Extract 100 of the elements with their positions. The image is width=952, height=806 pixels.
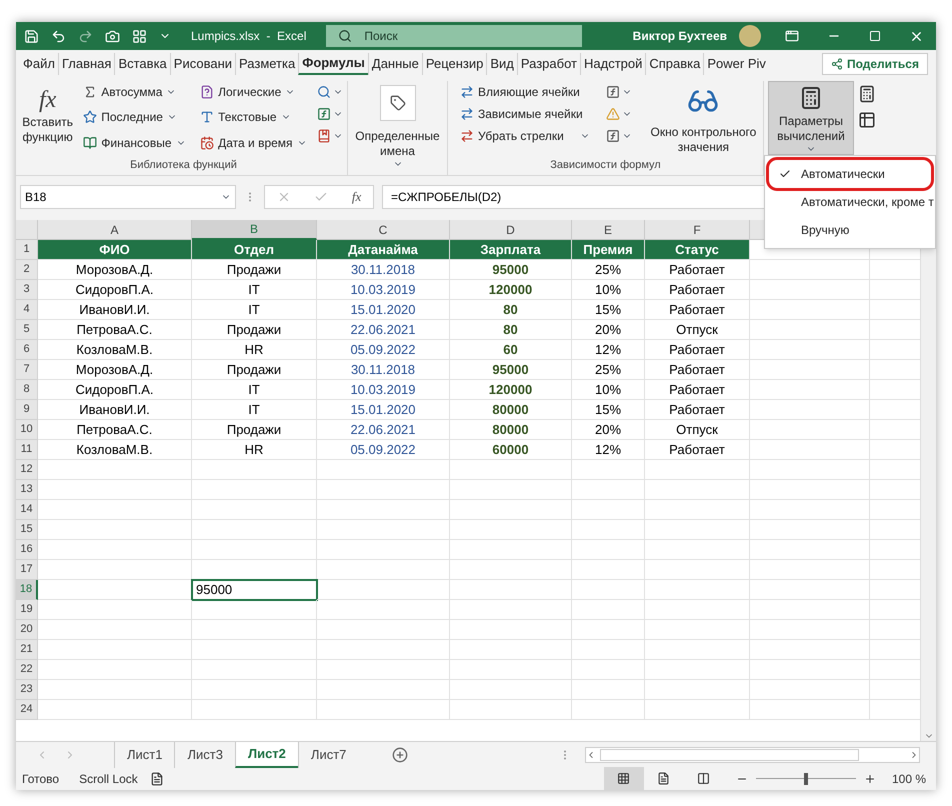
evaluate-formula-icon <box>606 129 620 143</box>
row-header[interactable]: 9 <box>16 400 38 420</box>
row-header[interactable]: 24 <box>16 700 38 720</box>
ribbon-tab[interactable]: Рисовани <box>170 52 236 74</box>
ribbon-tab[interactable]: Справка <box>645 52 704 74</box>
group-label: Зависимости формул <box>549 158 662 173</box>
row-header[interactable]: 17 <box>16 560 38 580</box>
ribbon-tab[interactable]: Рецензир <box>422 52 486 74</box>
ribbon-command[interactable]: Дата и время <box>196 132 311 154</box>
row-header[interactable]: 20 <box>16 620 38 640</box>
table-cell: 20% <box>572 320 645 340</box>
ribbon-command[interactable]: Текстовые <box>196 106 295 128</box>
row-header[interactable]: 13 <box>16 480 38 500</box>
calculation-options-button[interactable]: Параметры вычислений <box>768 81 854 155</box>
column-header[interactable]: A <box>38 220 192 240</box>
ribbon-command[interactable]: Автосумма <box>79 81 180 103</box>
insert-function-button[interactable]: fx <box>352 187 362 207</box>
sheet-tab[interactable]: Лист2 <box>234 742 298 768</box>
sheet-tab[interactable]: Лист1 <box>114 742 174 768</box>
add-sheet-icon[interactable] <box>392 746 408 762</box>
table-cell: Премия <box>572 240 645 260</box>
ribbon-command[interactable]: Последние <box>79 106 181 128</box>
row-header[interactable]: 3 <box>16 280 38 300</box>
ribbon-tab[interactable]: Главная <box>58 52 114 74</box>
column-header[interactable]: E <box>572 220 645 240</box>
table-cell: Работает <box>645 440 750 460</box>
table-cell: 25% <box>572 360 645 380</box>
row-header[interactable]: 2 <box>16 260 38 280</box>
row-header[interactable]: 14 <box>16 500 38 520</box>
scrollbar-thumb[interactable] <box>600 748 859 760</box>
zoom-level: 100 % <box>892 770 926 788</box>
table-cell: 10.03.2019 <box>317 280 450 300</box>
ribbon-tab[interactable]: Вид <box>486 52 517 74</box>
row-header[interactable]: 21 <box>16 640 38 660</box>
ribbon-tab[interactable]: Надстрой <box>580 52 646 74</box>
row-header[interactable]: 7 <box>16 360 38 380</box>
camera-icon[interactable] <box>105 28 120 44</box>
book-icon <box>83 136 98 150</box>
grid-icon[interactable] <box>132 28 147 44</box>
row-header[interactable]: 11 <box>16 440 38 460</box>
column-header[interactable]: C <box>317 220 450 240</box>
maximize-icon[interactable] <box>869 30 881 42</box>
horizontal-scrollbar[interactable] <box>585 746 920 762</box>
ribbon-tab[interactable]: Вставка <box>114 52 170 74</box>
ribbon-command[interactable]: Финансовые <box>79 132 190 154</box>
grid-icon <box>617 772 630 785</box>
row-header[interactable]: 10 <box>16 420 38 440</box>
ribbon-command[interactable]: Убрать стрелки <box>456 125 594 147</box>
row-header[interactable]: 19 <box>16 600 38 620</box>
slider-thumb[interactable] <box>804 772 808 784</box>
avatar[interactable] <box>739 25 761 47</box>
table-cell: 120000 <box>450 380 572 400</box>
table-cell: Работает <box>645 300 750 320</box>
ribbon-command[interactable]: Зависимые ячейки <box>456 103 594 125</box>
share-icon <box>830 58 843 70</box>
macro-record-icon[interactable] <box>150 772 164 786</box>
ribbon-tab[interactable]: Формулы <box>298 52 368 74</box>
row-header[interactable]: 5 <box>16 320 38 340</box>
zoom-in-icon[interactable] <box>864 772 876 784</box>
ribbon-display-icon[interactable] <box>785 29 799 43</box>
menu-item[interactable]: Вручную <box>765 216 935 244</box>
window-title: Lumpics.xlsx - Excel <box>191 28 306 45</box>
row-header[interactable]: 12 <box>16 460 38 480</box>
ribbon-tab[interactable]: Разработ <box>516 52 580 74</box>
row-header[interactable]: 18 <box>16 580 38 600</box>
defined-names-button[interactable]: Определенные имена <box>350 85 446 169</box>
ribbon-tab[interactable]: Данные <box>368 52 422 74</box>
row-header[interactable]: 15 <box>16 520 38 540</box>
save-icon[interactable] <box>24 28 39 44</box>
row-header[interactable]: 1 <box>16 240 38 260</box>
ribbon-tab[interactable]: Power Piv <box>703 52 769 74</box>
group-label: Библиотека функций <box>129 158 238 173</box>
ribbon-command[interactable]: Логические <box>196 81 300 103</box>
menu-item[interactable]: Автоматически <box>769 160 931 188</box>
table-cell: МорозовА.Д. <box>38 260 192 280</box>
watch-window-button[interactable]: Окно контрольного значения <box>644 81 763 157</box>
row-header[interactable]: 23 <box>16 680 38 700</box>
column-header[interactable]: B <box>192 220 317 240</box>
view-button[interactable] <box>604 767 644 790</box>
column-header[interactable]: D <box>450 220 572 240</box>
table-cell: 80 <box>450 320 572 340</box>
insert-function-button[interactable]: fx Вставить функцию <box>20 81 76 157</box>
ribbon-tab[interactable]: Файл <box>20 52 58 74</box>
search-field[interactable]: Поиск <box>326 25 582 47</box>
name-box[interactable]: B18 <box>20 185 236 209</box>
ribbon-tab[interactable]: Разметка <box>235 52 298 74</box>
row-header[interactable]: 6 <box>16 340 38 360</box>
row-header[interactable]: 22 <box>16 660 38 680</box>
row-header[interactable]: 16 <box>16 540 38 560</box>
row-header[interactable]: 8 <box>16 380 38 400</box>
share-button[interactable]: Поделиться <box>822 52 928 74</box>
ribbon-command[interactable]: Влияющие ячейки <box>456 81 594 103</box>
table-icon[interactable] <box>858 111 876 129</box>
table-cell: Продажи <box>192 320 317 340</box>
zoom-slider[interactable] <box>756 772 856 784</box>
column-header[interactable]: F <box>645 220 750 240</box>
undo-icon[interactable] <box>51 28 66 44</box>
row-header[interactable]: 4 <box>16 300 38 320</box>
sheet-tab[interactable]: Лист7 <box>298 742 358 768</box>
calculator-icon[interactable] <box>858 85 876 103</box>
